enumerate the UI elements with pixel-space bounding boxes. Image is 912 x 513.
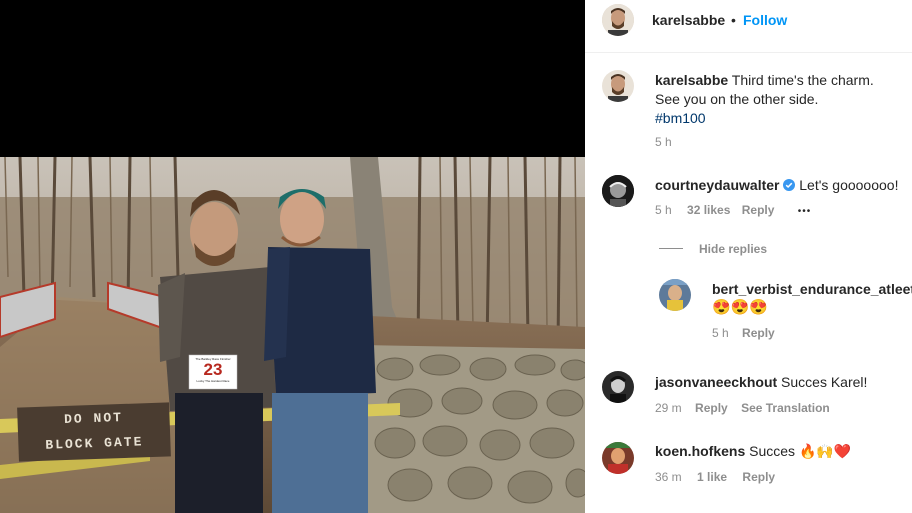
comment-username[interactable]: courtneydauwalter: [655, 177, 779, 193]
comment-username[interactable]: koen.hofkens: [655, 443, 745, 459]
caption: karelsabbe Third time's the charm. See y…: [655, 71, 905, 128]
caption-hashtag[interactable]: #bm100: [655, 110, 706, 126]
gate-sign: DO NOT BLOCK GATE: [17, 402, 171, 461]
reply-button[interactable]: Reply: [695, 401, 728, 415]
post-header: karelsabbe • Follow: [585, 0, 912, 53]
reply-button[interactable]: Reply: [742, 203, 775, 217]
comment-text: koen.hofkens Succes 🔥🙌❤️: [655, 443, 851, 460]
comment-text: courtneydauwalter Let's gooooooo!: [655, 177, 898, 193]
comment-avatar[interactable]: [602, 442, 634, 474]
caption-line1: Third time's the charm.: [728, 72, 874, 88]
reply-body: 😍😍😍: [712, 299, 769, 316]
bib-number: 23: [203, 360, 223, 379]
header-username[interactable]: karelsabbe: [652, 12, 725, 28]
gate-sign-line1: DO NOT: [63, 409, 124, 428]
gate-sign-line2: BLOCK GATE: [45, 434, 144, 453]
comment-time[interactable]: 36 m: [655, 470, 682, 484]
follow-button[interactable]: Follow: [743, 12, 787, 28]
comment-body: Let's gooooooo!: [795, 177, 899, 193]
bib-footer: Lucky The Hardest Race: [196, 379, 230, 383]
comment-meta: 36 m 1 like Reply: [655, 470, 775, 484]
reply-button[interactable]: Reply: [742, 326, 775, 340]
header-separator: •: [731, 12, 736, 28]
caption-time[interactable]: 5 h: [655, 135, 672, 149]
avatar-icon: [602, 4, 634, 36]
avatar-icon: [602, 175, 634, 207]
comments-panel: karelsabbe • Follow karelsabbe Third tim…: [585, 0, 912, 513]
comment-meta: 29 m Reply See Translation: [655, 401, 830, 415]
avatar-icon: [602, 70, 634, 102]
comment-time[interactable]: 29 m: [655, 401, 682, 415]
race-bib: The Barkley Race Finisher 23 Lucky The H…: [189, 355, 237, 389]
comment-meta: 5 h 32 likes Reply •••: [655, 203, 811, 217]
see-translation-button[interactable]: See Translation: [741, 401, 830, 415]
avatar-icon: [602, 442, 634, 474]
comment-likes[interactable]: 1 like: [697, 470, 727, 484]
caption-avatar[interactable]: [602, 70, 634, 102]
avatar[interactable]: [602, 4, 634, 36]
reply-divider: [659, 248, 683, 250]
comment-time[interactable]: 5 h: [655, 203, 672, 217]
comment-likes[interactable]: 32 likes: [687, 203, 730, 217]
reply-username[interactable]: bert_verbist_endurance_atleet: [712, 281, 912, 297]
caption-username[interactable]: karelsabbe: [655, 72, 728, 88]
verified-badge-icon: [783, 179, 796, 191]
comment-text: jasonvaneeckhout Succes Karel!: [655, 374, 867, 390]
avatar-icon: [602, 371, 634, 403]
reply-button[interactable]: Reply: [742, 470, 775, 484]
comment-body: Succes 🔥🙌❤️: [745, 443, 852, 459]
post-media[interactable]: DO NOT BLOCK GATE The Barkley Race Finis…: [0, 0, 585, 513]
post-photo[interactable]: DO NOT BLOCK GATE The Barkley Race Finis…: [0, 157, 585, 513]
caption-line2: See you on the other side.: [655, 91, 819, 107]
photo-scene: [0, 157, 585, 513]
hide-replies-row[interactable]: Hide replies: [659, 240, 767, 258]
comment-body: Succes Karel!: [777, 374, 868, 390]
avatar-icon: [659, 279, 691, 311]
comment-avatar[interactable]: [602, 371, 634, 403]
reply-avatar[interactable]: [659, 279, 691, 311]
hide-replies-button[interactable]: Hide replies: [699, 242, 767, 256]
more-options-icon[interactable]: •••: [798, 206, 812, 217]
comment-username[interactable]: jasonvaneeckhout: [655, 374, 777, 390]
reply-time[interactable]: 5 h: [712, 326, 729, 340]
reply-meta: 5 h Reply: [712, 326, 775, 340]
comment-avatar[interactable]: [602, 175, 634, 207]
